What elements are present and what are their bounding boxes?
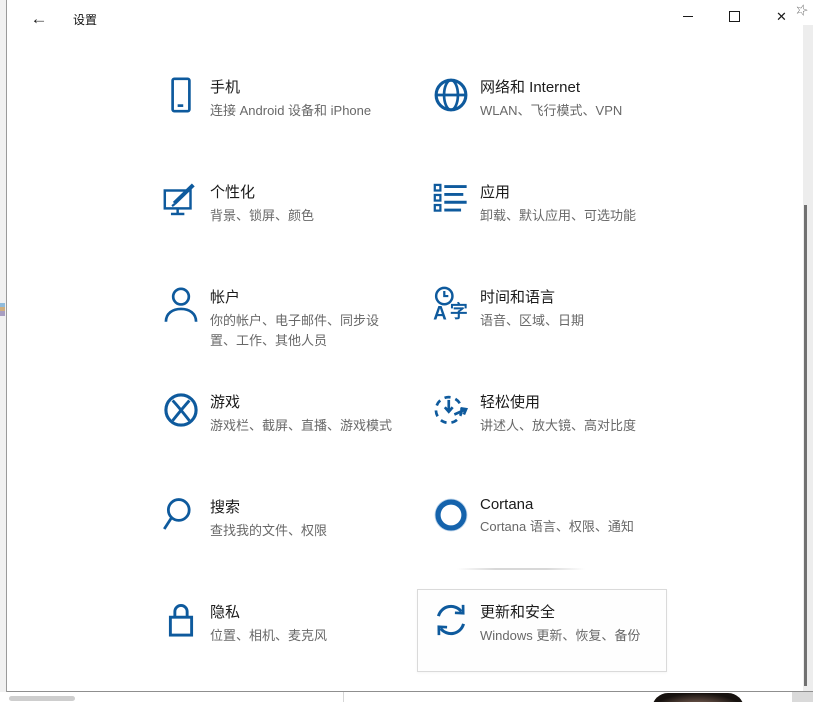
tile-title: 时间和语言: [480, 286, 668, 307]
background-scrollbar: [9, 696, 75, 701]
tile-cortana[interactable]: Cortana Cortana 语言、权限、通知: [420, 482, 670, 587]
scrollbar-thumb[interactable]: [804, 205, 807, 686]
tile-title: 个性化: [210, 181, 398, 202]
tile-text: 隐私 位置、相机、麦克风: [210, 601, 398, 646]
tile-apps[interactable]: 应用 卸载、默认应用、可选功能: [420, 167, 670, 272]
personalization-icon: [162, 181, 200, 219]
lock-icon: [162, 601, 200, 639]
cortana-ring-icon: [432, 496, 470, 534]
settings-category-grid: 手机 连接 Android 设备和 iPhone 网络和 Internet WL…: [150, 62, 670, 692]
scrollbar-track[interactable]: [803, 25, 813, 691]
tile-text: Cortana Cortana 语言、权限、通知: [480, 496, 668, 537]
tile-text: 更新和安全 Windows 更新、恢复、备份: [480, 601, 668, 646]
tile-text: 游戏 游戏栏、截屏、直播、游戏模式: [210, 391, 398, 436]
back-arrow-icon: ←: [31, 9, 48, 29]
tile-network[interactable]: 网络和 Internet WLAN、飞行模式、VPN: [420, 62, 670, 167]
apps-list-icon: [432, 181, 470, 219]
background-photo: [652, 693, 744, 702]
tile-text: 帐户 你的帐户、电子邮件、同步设置、工作、其他人员: [210, 286, 398, 350]
tile-subtitle: Windows 更新、恢复、备份: [480, 626, 668, 646]
tile-text: 时间和语言 语音、区域、日期: [480, 286, 668, 331]
tile-title: Cortana: [480, 496, 668, 513]
tile-ease-of-access[interactable]: 轻松使用 讲述人、放大镜、高对比度: [420, 377, 670, 482]
tile-subtitle: 位置、相机、麦克风: [210, 626, 398, 646]
minimize-icon: [683, 16, 693, 17]
tile-subtitle: 你的帐户、电子邮件、同步设置、工作、其他人员: [210, 311, 398, 350]
minimize-button[interactable]: [664, 0, 711, 33]
background-window-sliver: [0, 0, 7, 702]
globe-icon: [432, 76, 470, 114]
tile-subtitle: 卸载、默认应用、可选功能: [480, 206, 668, 226]
screenshot-stage: ← 设置 ✕ 手机 连接 Android: [0, 0, 813, 702]
tile-search[interactable]: 搜索 查找我的文件、权限: [150, 482, 400, 587]
window-title: 设置: [73, 11, 97, 28]
clock-language-icon: A 字: [432, 286, 470, 324]
tile-gaming[interactable]: 游戏 游戏栏、截屏、直播、游戏模式: [150, 377, 400, 482]
tile-privacy[interactable]: 隐私 位置、相机、麦克风: [150, 587, 400, 692]
tile-subtitle: 查找我的文件、权限: [210, 521, 398, 541]
search-icon: [162, 496, 200, 534]
tile-title: 网络和 Internet: [480, 76, 668, 97]
tile-title: 手机: [210, 76, 398, 97]
tile-subtitle: 连接 Android 设备和 iPhone: [210, 101, 398, 121]
tile-title: 轻松使用: [480, 391, 668, 412]
maximize-icon: [729, 11, 740, 22]
svg-text:A: A: [433, 304, 447, 324]
window-controls: ✕: [664, 0, 805, 33]
person-icon: [162, 286, 200, 324]
back-button[interactable]: ←: [19, 4, 59, 34]
tile-text: 手机 连接 Android 设备和 iPhone: [210, 76, 398, 121]
tile-title: 搜索: [210, 496, 398, 517]
sync-arrows-icon: [432, 601, 470, 639]
maximize-button[interactable]: [711, 0, 758, 33]
tile-title: 隐私: [210, 601, 398, 622]
tile-update-security[interactable]: 更新和安全 Windows 更新、恢复、备份: [420, 587, 670, 692]
tile-subtitle: 语音、区域、日期: [480, 311, 668, 331]
tile-text: 轻松使用 讲述人、放大镜、高对比度: [480, 391, 668, 436]
background-window-icon: [0, 303, 5, 316]
phone-icon: [162, 76, 200, 114]
background-corner: [792, 692, 813, 702]
tile-title: 帐户: [210, 286, 398, 307]
tile-title: 游戏: [210, 391, 398, 412]
close-icon: ✕: [776, 10, 787, 23]
tile-text: 应用 卸载、默认应用、可选功能: [480, 181, 668, 226]
tile-subtitle: 背景、锁屏、颜色: [210, 206, 398, 226]
titlebar: ← 设置 ✕: [7, 0, 813, 40]
tile-title: 应用: [480, 181, 668, 202]
settings-window: ← 设置 ✕ 手机 连接 Android: [7, 0, 813, 692]
area-below-window: [0, 692, 813, 702]
tile-subtitle: Cortana 语言、权限、通知: [480, 517, 668, 537]
tile-text: 网络和 Internet WLAN、飞行模式、VPN: [480, 76, 668, 121]
tile-time-language[interactable]: A 字 时间和语言 语音、区域、日期: [420, 272, 670, 377]
ease-of-access-icon: [432, 391, 470, 429]
background-divider: [343, 692, 344, 702]
tile-title: 更新和安全: [480, 601, 668, 622]
tile-text: 个性化 背景、锁屏、颜色: [210, 181, 398, 226]
xbox-icon: [162, 391, 200, 429]
tile-subtitle: 游戏栏、截屏、直播、游戏模式: [210, 416, 398, 436]
tile-text: 搜索 查找我的文件、权限: [210, 496, 398, 541]
tile-accounts[interactable]: 帐户 你的帐户、电子邮件、同步设置、工作、其他人员: [150, 272, 400, 377]
tile-personalization[interactable]: 个性化 背景、锁屏、颜色: [150, 167, 400, 272]
svg-text:字: 字: [450, 300, 468, 322]
tile-subtitle: 讲述人、放大镜、高对比度: [480, 416, 668, 436]
tile-phone[interactable]: 手机 连接 Android 设备和 iPhone: [150, 62, 400, 167]
tile-subtitle: WLAN、飞行模式、VPN: [480, 101, 668, 121]
